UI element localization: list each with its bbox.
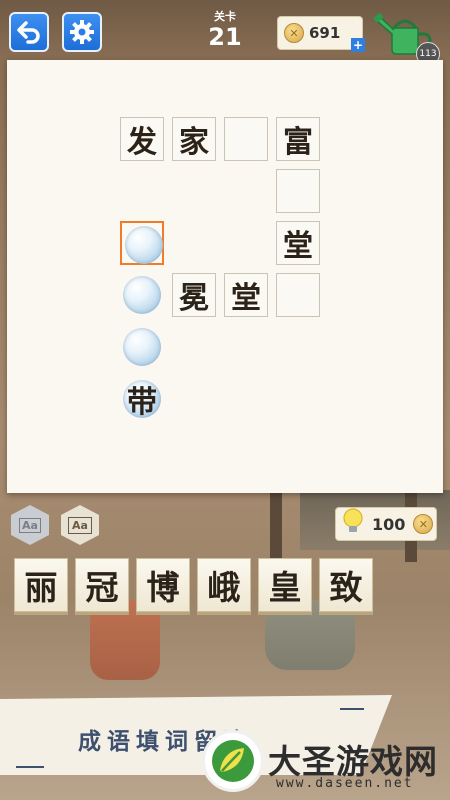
coin-icon: ✕ [413, 514, 434, 534]
coin-counter[interactable]: ✕ 691 + [277, 16, 365, 52]
watering-can-button[interactable]: 113 [372, 6, 444, 66]
watermark-logo [202, 730, 264, 792]
board-cell[interactable]: 堂 [224, 273, 268, 317]
background-post [270, 492, 282, 562]
crossword-board: 发家富堂冕堂带 [7, 60, 443, 493]
candidate-tile[interactable]: 皇 [258, 558, 312, 612]
cell-character: 发 [127, 125, 157, 160]
board-cell[interactable]: 发 [120, 117, 164, 161]
hint-button[interactable]: 100 ✕ [335, 507, 437, 541]
board-cell[interactable]: 家 [172, 117, 216, 161]
font-size-small-button[interactable]: Aa [11, 505, 49, 545]
font-large-label: Aa [68, 516, 92, 534]
level-number: 21 [208, 23, 242, 51]
bubble-icon [125, 226, 163, 264]
bubble-icon [123, 328, 161, 366]
board-cell[interactable]: 冕 [172, 273, 216, 317]
cell-character: 家 [179, 125, 209, 160]
settings-button[interactable] [62, 12, 102, 52]
board-cell[interactable]: 堂 [276, 221, 320, 265]
coin-icon: ✕ [284, 23, 304, 43]
watermark-url: www.daseen.net [276, 776, 414, 791]
font-small-label: Aa [19, 517, 41, 533]
level-label: 关卡 [214, 10, 236, 23]
board-cell[interactable]: 带 [120, 377, 164, 421]
cell-character: 堂 [283, 229, 313, 264]
candidate-tile[interactable]: 丽 [14, 558, 68, 612]
cell-character: 冕 [179, 281, 209, 316]
font-size-large-button[interactable]: Aa [61, 505, 99, 545]
board-cell[interactable] [276, 169, 320, 213]
bubble-icon [123, 276, 161, 314]
board-cell[interactable] [120, 325, 164, 369]
candidate-tile[interactable]: 博 [136, 558, 190, 612]
gear-icon [70, 20, 94, 44]
candidate-tile[interactable]: 冠 [75, 558, 129, 612]
banner-decoration [340, 708, 364, 710]
leaf-logo-icon [212, 740, 254, 782]
candidate-tile[interactable]: 峨 [197, 558, 251, 612]
cell-character: 富 [283, 125, 313, 160]
board-cell[interactable] [120, 221, 164, 265]
add-coins-button[interactable]: + [351, 38, 365, 52]
board-cell[interactable] [120, 273, 164, 317]
level-indicator: 关卡 21 [195, 8, 255, 50]
board-cell[interactable] [224, 117, 268, 161]
banner-decoration [16, 766, 44, 768]
hint-cost: 100 [372, 514, 406, 534]
background-flowerpot [90, 600, 160, 680]
back-arrow-icon [17, 21, 40, 44]
lightbulb-icon [340, 508, 366, 540]
back-button[interactable] [9, 12, 49, 52]
cell-character: 带 [127, 385, 157, 420]
candidate-tile[interactable]: 致 [319, 558, 373, 612]
coin-count: 691 [309, 24, 341, 42]
board-cell[interactable] [276, 273, 320, 317]
board-cell[interactable]: 富 [276, 117, 320, 161]
cell-character: 堂 [231, 281, 261, 316]
